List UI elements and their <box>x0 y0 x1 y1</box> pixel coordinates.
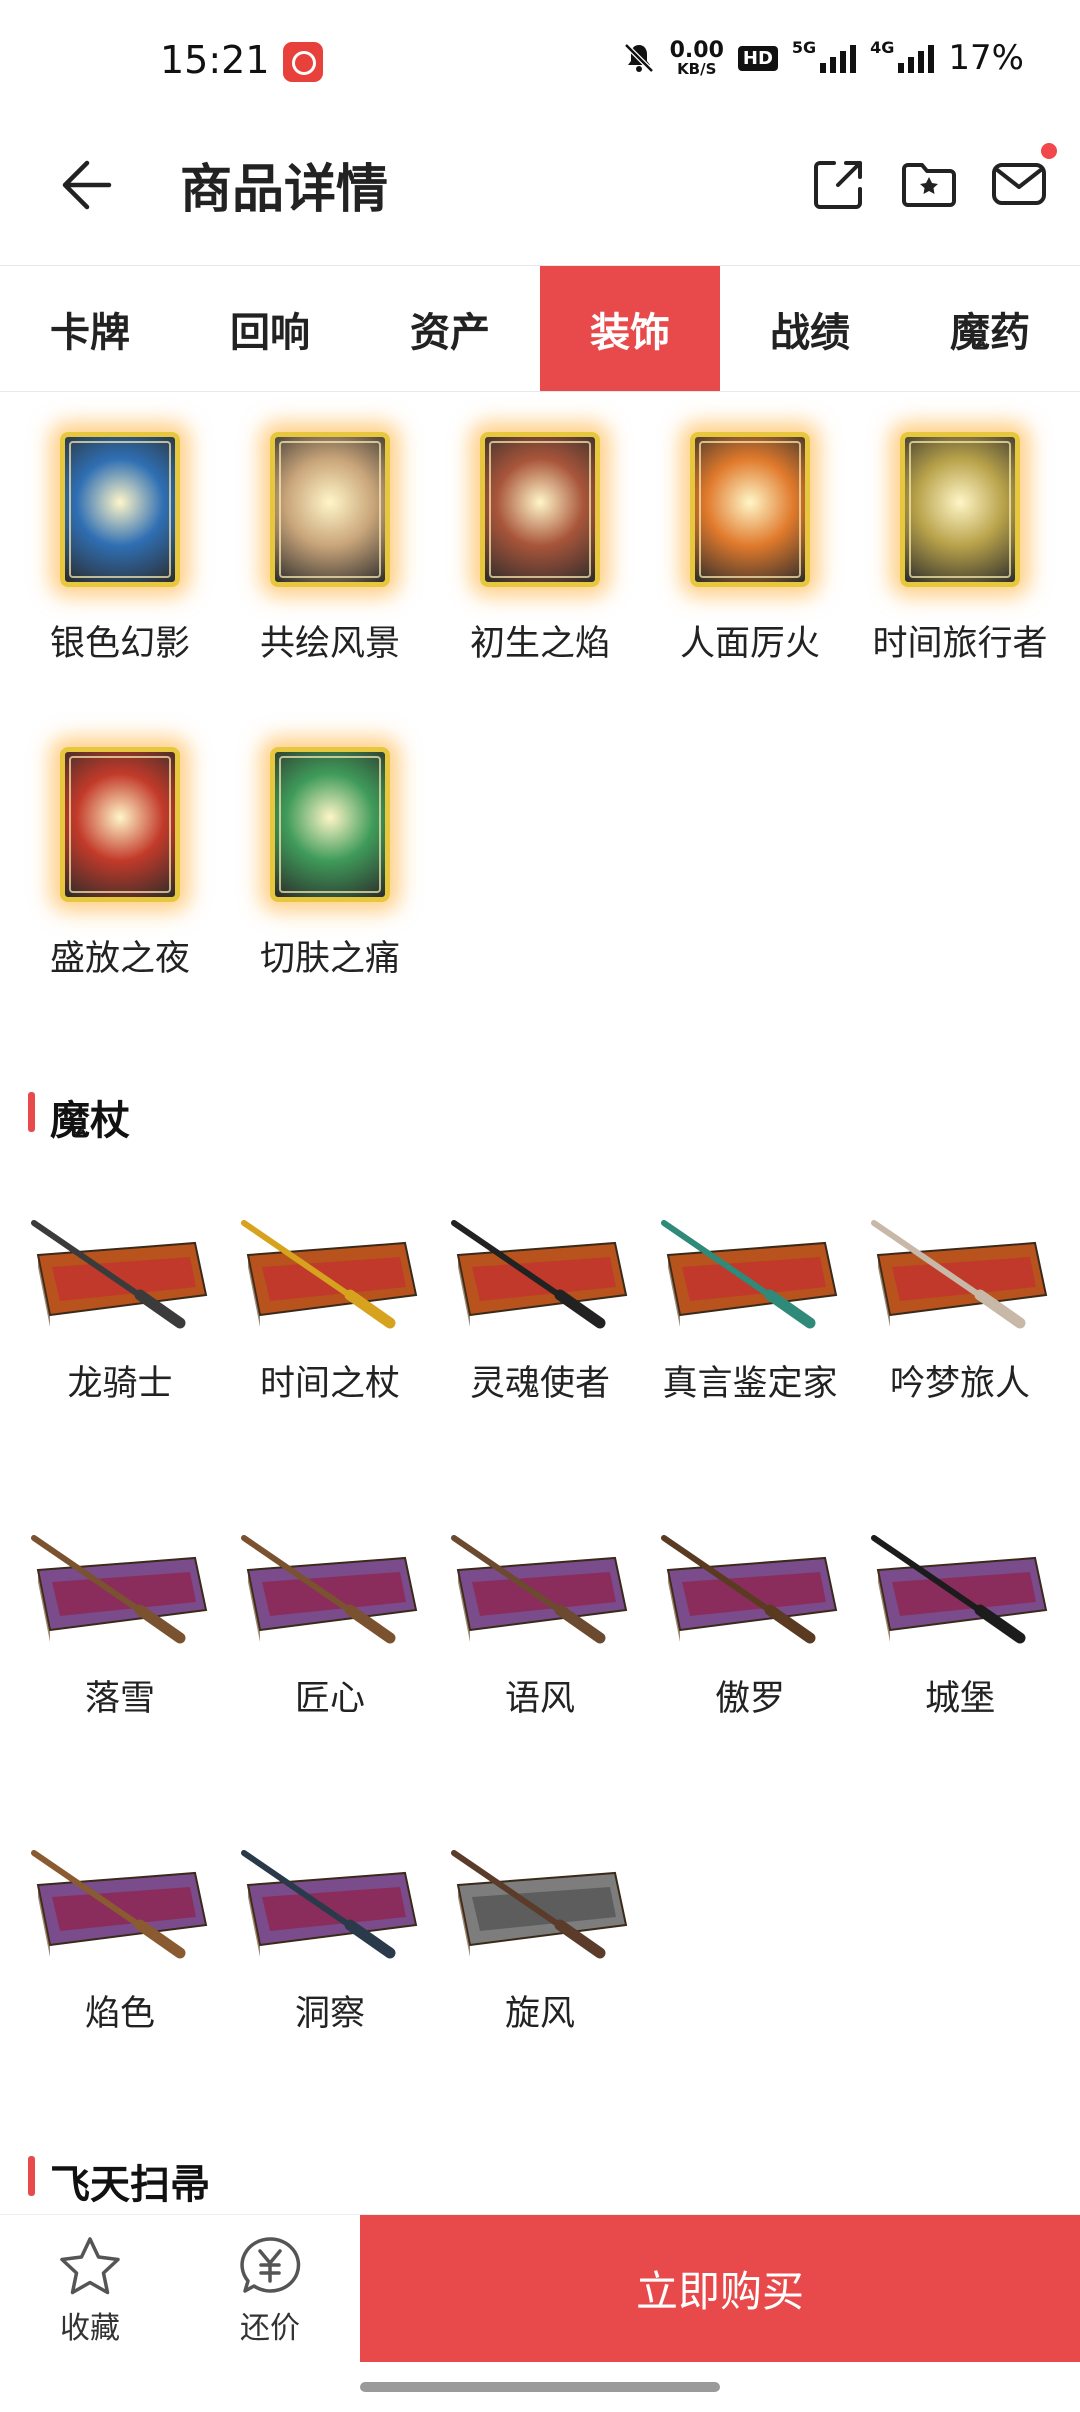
wand-item[interactable]: 傲罗 <box>645 1500 855 1720</box>
wand-item[interactable]: 吟梦旅人 <box>855 1185 1065 1405</box>
wand-item[interactable]: 焰色 <box>15 1815 225 2035</box>
card-skin-item[interactable]: 共绘风景 <box>225 432 435 682</box>
wand-item[interactable]: 灵魂使者 <box>435 1185 645 1405</box>
wand-box-image <box>241 1220 418 1329</box>
category-tabs: 卡牌 回响 资产 装饰 战绩 魔药 <box>0 265 1080 392</box>
card-skin-item[interactable]: 初生之焰 <box>435 432 645 682</box>
notification-dot <box>1041 143 1057 159</box>
wand-item[interactable]: 旋风 <box>435 1815 645 2035</box>
wand-item[interactable]: 洞察 <box>225 1815 435 2035</box>
wand-item[interactable]: 城堡 <box>855 1500 1065 1720</box>
buy-now-button[interactable]: 立即购买 <box>360 2215 1080 2362</box>
home-indicator[interactable] <box>360 2382 720 2392</box>
wand-box-image <box>871 1220 1048 1329</box>
wand-box-image <box>31 1850 208 1959</box>
wand-box-image <box>241 1535 418 1644</box>
yuan-bubble-icon <box>240 2237 301 2293</box>
card-skin-image <box>270 747 390 902</box>
wand-box-image <box>451 1220 628 1329</box>
favorite-folder-icon[interactable] <box>900 155 958 213</box>
signal-icon-2 <box>898 43 935 73</box>
wand-box-image <box>661 1535 838 1644</box>
wand-box-image <box>871 1535 1048 1644</box>
tab-decoration[interactable]: 装饰 <box>540 266 720 391</box>
card-skin-image <box>900 432 1020 587</box>
card-skin-image <box>60 747 180 902</box>
tab-cards[interactable]: 卡牌 <box>0 266 180 391</box>
wand-box-image <box>451 1850 628 1959</box>
bargain-button[interactable]: 还价 <box>210 2235 330 2347</box>
tab-echo[interactable]: 回响 <box>180 266 360 391</box>
back-arrow-icon[interactable] <box>55 155 115 215</box>
wand-box-image <box>31 1220 208 1329</box>
mail-icon[interactable] <box>990 155 1048 213</box>
net-type-2: 4G <box>870 38 895 57</box>
card-skin-item[interactable]: 时间旅行者 <box>855 432 1065 682</box>
star-icon <box>60 2237 120 2295</box>
share-icon[interactable] <box>810 155 868 213</box>
wand-item[interactable]: 落雪 <box>15 1500 225 1720</box>
wand-item[interactable]: 真言鉴定家 <box>645 1185 855 1405</box>
wand-label: 旋风 <box>504 1994 575 2034</box>
wand-item[interactable]: 语风 <box>435 1500 645 1720</box>
wand-item[interactable]: 龙骑士 <box>15 1185 225 1405</box>
wand-box-image <box>241 1850 418 1959</box>
wand-label: 城堡 <box>924 1679 995 1719</box>
card-skin-item[interactable]: 切肤之痛 <box>225 747 435 997</box>
net-speed-value: 0.00 <box>669 37 724 63</box>
tab-records[interactable]: 战绩 <box>720 266 900 391</box>
app-notification-icon <box>283 42 323 82</box>
wand-label: 吟梦旅人 <box>889 1364 1030 1404</box>
section-title-wands: 魔杖 <box>28 1088 130 1146</box>
card-skin-image <box>690 432 810 587</box>
net-speed: 0.00 KB/S <box>669 37 724 78</box>
app-header: 商品详情 <box>0 125 1080 265</box>
signal-icon-1 <box>820 43 857 73</box>
wand-item[interactable]: 匠心 <box>225 1500 435 1720</box>
bargain-label: 还价 <box>240 2311 300 2346</box>
battery-level: 17% <box>948 38 1024 78</box>
net-type-1: 5G <box>791 38 817 57</box>
collect-label: 收藏 <box>60 2311 120 2346</box>
card-skin-item[interactable]: 人面厉火 <box>645 432 855 682</box>
bottom-action-bar: 收藏 还价 立即购买 <box>0 2214 1080 2364</box>
card-skin-label: 切肤之痛 <box>259 939 400 979</box>
hd-badge: HD <box>737 45 778 71</box>
tab-assets[interactable]: 资产 <box>360 266 540 391</box>
wand-box-image <box>31 1535 208 1644</box>
wand-box-image <box>661 1220 838 1329</box>
tab-potions[interactable]: 魔药 <box>900 266 1080 391</box>
card-skin-label: 时间旅行者 <box>872 624 1048 664</box>
net-speed-unit: KB/S <box>677 59 717 78</box>
section-title-brooms: 飞天扫帚 <box>28 2152 210 2210</box>
status-bar: 15:21 0.00 KB/S HD 5G 4G 17% <box>0 0 1080 125</box>
card-skin-item[interactable]: 银色幻影 <box>15 432 225 682</box>
card-skin-image <box>270 432 390 587</box>
wand-item[interactable]: 时间之杖 <box>225 1185 435 1405</box>
card-skin-item[interactable]: 盛放之夜 <box>15 747 225 997</box>
card-skin-image <box>480 432 600 587</box>
card-skin-image <box>60 432 180 587</box>
collect-button[interactable]: 收藏 <box>30 2235 150 2347</box>
status-time: 15:21 <box>160 38 270 82</box>
wand-box-image <box>451 1535 628 1644</box>
mute-bell-icon <box>623 43 654 73</box>
status-right: 0.00 KB/S HD 5G 4G 17% <box>622 38 1024 78</box>
page-title: 商品详情 <box>180 160 389 220</box>
